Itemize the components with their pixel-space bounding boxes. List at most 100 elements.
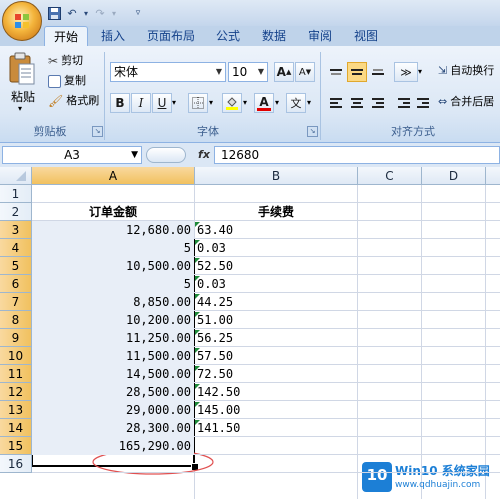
row-header-13[interactable]: 13 xyxy=(0,401,32,419)
row-header-2[interactable]: 2 xyxy=(0,203,32,221)
row-header-16[interactable]: 16 xyxy=(0,455,32,473)
grow-font-button[interactable]: A ▲ xyxy=(274,62,294,82)
font-size-select[interactable]: 10 ▼ xyxy=(228,62,268,82)
phonetic-button[interactable]: 文 xyxy=(286,93,306,113)
column-header-c[interactable]: C xyxy=(358,167,422,185)
font-name-select[interactable]: 宋体 ▼ xyxy=(110,62,226,82)
name-box[interactable]: A3 ▼ xyxy=(2,146,142,164)
format-painter-button[interactable]: 🖌 格式刷 xyxy=(48,92,99,110)
merge-center-button[interactable]: ⇔ 合并后居 xyxy=(438,93,494,111)
borders-dropdown-icon[interactable]: ▾ xyxy=(209,98,213,107)
customize-qat-icon[interactable]: ▿ xyxy=(130,5,146,21)
cell-b-fee[interactable]: 51.00 xyxy=(195,311,357,329)
cell-b-fee[interactable]: 0.03 xyxy=(195,239,357,257)
cell-b-fee[interactable]: 57.50 xyxy=(195,347,357,365)
column-header-a[interactable]: A xyxy=(32,167,195,185)
cell-b-fee[interactable]: 56.25 xyxy=(195,329,357,347)
underline-button[interactable]: U xyxy=(152,93,172,113)
cell-a-amount[interactable]: 28,300.00 xyxy=(32,419,194,437)
fill-color-button[interactable] xyxy=(222,93,242,113)
cell-a-amount[interactable]: 12,680.00 xyxy=(32,221,194,239)
align-bottom-button[interactable] xyxy=(368,62,388,82)
cell-a-amount[interactable]: 10,200.00 xyxy=(32,311,194,329)
cell-a2-order-amount[interactable]: 订单金额 xyxy=(32,203,194,221)
decrease-indent-button[interactable] xyxy=(394,93,414,113)
cell-b-fee[interactable]: 141.50 xyxy=(195,419,357,437)
underline-dropdown-icon[interactable]: ▾ xyxy=(172,98,176,107)
cell-a-amount[interactable]: 14,500.00 xyxy=(32,365,194,383)
font-color-dropdown-icon[interactable]: ▾ xyxy=(275,98,279,107)
column-header-e[interactable] xyxy=(486,167,500,185)
cell-a-amount[interactable]: 5 xyxy=(32,275,194,293)
row-header-9[interactable]: 9 xyxy=(0,329,32,347)
cell-a-amount[interactable]: 8,850.00 xyxy=(32,293,194,311)
row-header-15[interactable]: 15 xyxy=(0,437,32,455)
row-header-6[interactable]: 6 xyxy=(0,275,32,293)
cell-b-fee[interactable]: 72.50 xyxy=(195,365,357,383)
fill-dropdown-icon[interactable]: ▾ xyxy=(243,98,247,107)
column-header-b[interactable]: B xyxy=(195,167,358,185)
phonetic-dropdown-icon[interactable]: ▾ xyxy=(307,98,311,107)
cell-b-fee[interactable]: 142.50 xyxy=(195,383,357,401)
shrink-font-button[interactable]: A ▼ xyxy=(295,62,315,82)
font-color-button[interactable]: A xyxy=(254,93,274,113)
office-button[interactable] xyxy=(2,1,42,41)
save-icon[interactable] xyxy=(46,5,62,21)
row-header-10[interactable]: 10 xyxy=(0,347,32,365)
cell-a-amount[interactable]: 11,500.00 xyxy=(32,347,194,365)
row-header-3[interactable]: 3 xyxy=(0,221,32,239)
italic-button[interactable]: I xyxy=(131,93,151,113)
insert-function-button[interactable]: fx xyxy=(195,146,213,164)
row-header-8[interactable]: 8 xyxy=(0,311,32,329)
align-top-button[interactable] xyxy=(326,62,346,82)
select-all-button[interactable] xyxy=(0,167,32,185)
cell-b-fee[interactable]: 52.50 xyxy=(195,257,357,275)
align-right-button[interactable] xyxy=(368,93,388,113)
tab-home[interactable]: 开始 xyxy=(44,26,88,47)
copy-button[interactable]: 复制 xyxy=(48,72,86,90)
align-middle-button[interactable] xyxy=(347,62,367,82)
cell-a-amount[interactable]: 10,500.00 xyxy=(32,257,194,275)
row-header-1[interactable]: 1 xyxy=(0,185,32,203)
increase-indent-button[interactable] xyxy=(413,93,433,113)
orientation-button[interactable]: ≫ xyxy=(394,62,418,82)
cell-b-fee[interactable]: 44.25 xyxy=(195,293,357,311)
redo-dropdown-icon[interactable]: ▾ xyxy=(106,5,122,21)
align-left-button[interactable] xyxy=(326,93,346,113)
tab-insert[interactable]: 插入 xyxy=(92,26,134,46)
cell-a-amount[interactable]: 5 xyxy=(32,239,194,257)
row-header-11[interactable]: 11 xyxy=(0,365,32,383)
name-box-dropdown-icon[interactable]: ▼ xyxy=(131,147,138,163)
row-header-14[interactable]: 14 xyxy=(0,419,32,437)
error-indicator-icon xyxy=(195,402,200,407)
tab-formulas[interactable]: 公式 xyxy=(208,26,248,46)
row-header-4[interactable]: 4 xyxy=(0,239,32,257)
bold-button[interactable]: B xyxy=(110,93,130,113)
cell-a15-total[interactable]: 165,290.00 xyxy=(32,437,194,455)
row-header-7[interactable]: 7 xyxy=(0,293,32,311)
tab-page-layout[interactable]: 页面布局 xyxy=(140,26,202,46)
column-header-d[interactable]: D xyxy=(422,167,486,185)
tab-data[interactable]: 数据 xyxy=(254,26,294,46)
cell-a-amount[interactable]: 29,000.00 xyxy=(32,401,194,419)
orientation-dropdown-icon[interactable]: ▾ xyxy=(418,67,422,76)
font-launcher-icon[interactable]: ↘ xyxy=(307,126,318,137)
wrap-text-button[interactable]: ⇲ 自动换行 xyxy=(438,62,494,80)
row-header-5[interactable]: 5 xyxy=(0,257,32,275)
cell-b-fee[interactable]: 145.00 xyxy=(195,401,357,419)
clipboard-launcher-icon[interactable]: ↘ xyxy=(92,126,103,137)
tab-review[interactable]: 审阅 xyxy=(300,26,340,46)
cell-a-amount[interactable]: 11,250.00 xyxy=(32,329,194,347)
cell-b-fee[interactable]: 63.40 xyxy=(195,221,357,239)
cell-b-fee[interactable]: 0.03 xyxy=(195,275,357,293)
cell-a-amount[interactable]: 28,500.00 xyxy=(32,383,194,401)
formula-bar-splitter[interactable] xyxy=(146,147,186,163)
tab-view[interactable]: 视图 xyxy=(346,26,386,46)
row-header-12[interactable]: 12 xyxy=(0,383,32,401)
align-center-button[interactable] xyxy=(347,93,367,113)
cell-b2-fee[interactable]: 手续费 xyxy=(195,203,357,221)
formula-input[interactable]: 12680 xyxy=(214,146,500,164)
cut-button[interactable]: ✂ 剪切 xyxy=(48,52,83,70)
borders-button[interactable] xyxy=(188,93,208,113)
paste-button[interactable]: 粘贴 ▾ xyxy=(8,52,38,118)
